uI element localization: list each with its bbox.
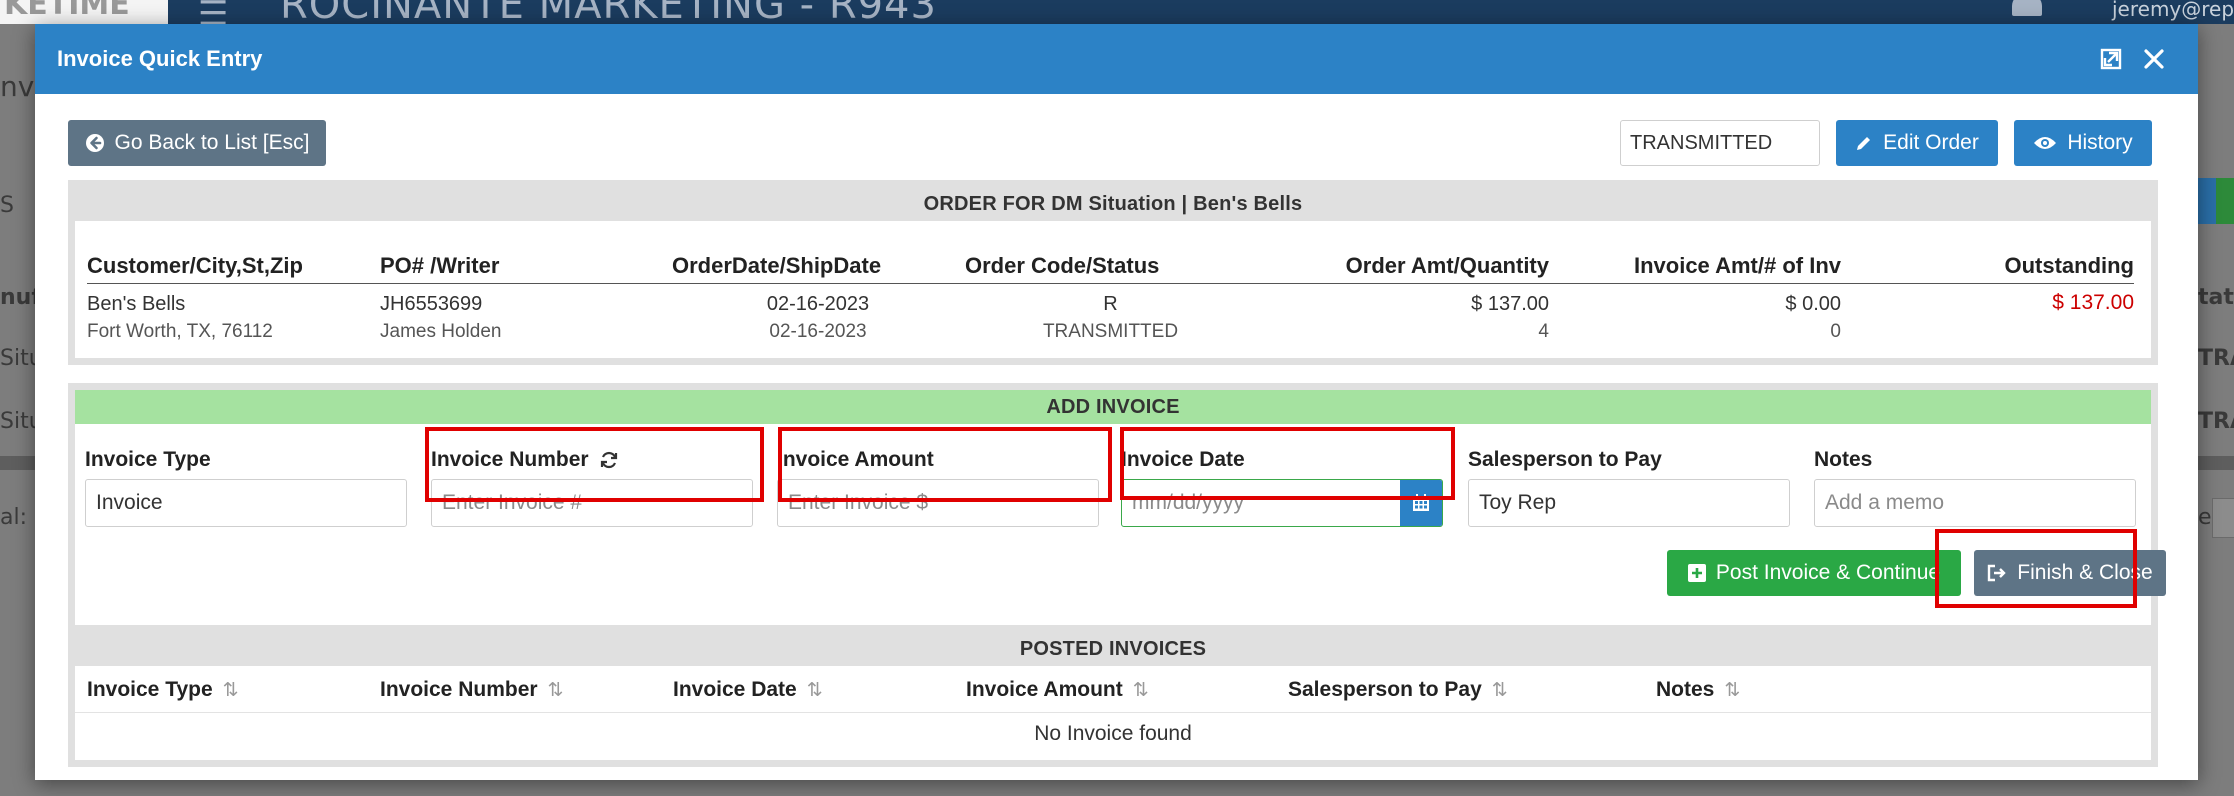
header-divider bbox=[87, 283, 2134, 284]
salesperson-select[interactable]: Toy Rep bbox=[1468, 479, 1790, 527]
bg-radio-fragment: S bbox=[0, 193, 14, 218]
add-invoice-panel: ADD INVOICE Invoice Type Invoice Invoice… bbox=[68, 383, 2166, 633]
bell-icon[interactable] bbox=[2012, 0, 2042, 16]
eye-icon bbox=[2034, 137, 2057, 149]
bg-row-fragment: TRAN bbox=[2198, 346, 2234, 371]
invoice-quick-entry-modal: Invoice Quick Entry Go Back to List [Esc… bbox=[35, 24, 2198, 780]
posted-col-invoice-amount[interactable]: Invoice Amount ⇅ bbox=[966, 678, 1149, 702]
invoice-type-select[interactable]: Invoice bbox=[85, 479, 407, 527]
empty-state-text: No Invoice found bbox=[1034, 722, 1192, 745]
cell-order-code: R bbox=[1103, 293, 1118, 315]
close-icon[interactable] bbox=[2141, 46, 2167, 72]
bg-divider bbox=[2198, 456, 2234, 470]
sort-icon: ⇅ bbox=[547, 680, 564, 701]
posted-invoices-panel: POSTED INVOICES Invoice Type ⇅ Invoice Nu… bbox=[68, 625, 2158, 767]
bg-button bbox=[2216, 178, 2234, 224]
posted-col-notes[interactable]: Notes ⇅ bbox=[1656, 678, 1740, 702]
invoice-date-label: Invoice Date bbox=[1121, 448, 1245, 471]
posted-col-invoice-number[interactable]: Invoice Number ⇅ bbox=[380, 678, 563, 702]
invoice-amount-field[interactable] bbox=[788, 480, 1098, 526]
arrow-circle-left-icon bbox=[85, 134, 104, 152]
bg-input bbox=[2212, 498, 2234, 538]
plus-square-icon bbox=[1687, 564, 1706, 582]
invoice-number-label: Invoice Number bbox=[431, 448, 619, 472]
modal-title: Invoice Quick Entry bbox=[57, 46, 263, 71]
posted-col-salesperson[interactable]: Salesperson to Pay ⇅ bbox=[1288, 678, 1508, 702]
history-button[interactable]: History bbox=[2014, 120, 2152, 166]
user-email[interactable]: jeremy@repi bbox=[2112, 0, 2234, 21]
cell-city: Fort Worth, TX, 76112 bbox=[87, 321, 273, 342]
bg-page-title-fragment: nv bbox=[0, 70, 35, 103]
edit-order-label: Edit Order bbox=[1883, 131, 1979, 154]
invoice-date-field[interactable] bbox=[1132, 480, 1402, 526]
go-back-label: Go Back to List [Esc] bbox=[114, 131, 310, 154]
refresh-icon[interactable] bbox=[599, 450, 619, 470]
bg-column-fragment: tatu bbox=[2198, 285, 2234, 310]
notes-field[interactable] bbox=[1825, 480, 2135, 526]
sign-out-icon bbox=[1988, 564, 2006, 582]
order-status-value: TRANSMITTED bbox=[1630, 131, 1773, 154]
bg-footer-fragment: al: bbox=[0, 505, 28, 530]
col-invoice-amt-count: Invoice Amt/# of Inv bbox=[1633, 253, 1841, 278]
finish-close-label: Finish & Close bbox=[2017, 561, 2153, 584]
cell-order-date: 02-16-2023 bbox=[766, 293, 870, 315]
sort-icon: ⇅ bbox=[222, 680, 239, 701]
sort-icon: ⇅ bbox=[1132, 680, 1149, 701]
col-order-code-status: Order Code/Status bbox=[965, 253, 1160, 278]
edit-order-button[interactable]: Edit Order bbox=[1836, 120, 1998, 166]
invoice-amount-input[interactable] bbox=[777, 479, 1099, 527]
cell-writer: James Holden bbox=[380, 321, 502, 342]
cell-outstanding: $ 137.00 bbox=[2052, 291, 2134, 314]
invoice-number-field[interactable] bbox=[442, 480, 752, 526]
post-invoice-label: Post Invoice & Continue bbox=[1715, 561, 1941, 584]
sort-icon: ⇅ bbox=[1724, 680, 1741, 701]
cell-po: JH6553699 bbox=[380, 293, 483, 315]
col-po-writer: PO# /Writer bbox=[380, 253, 500, 278]
cell-invoice-amt: $ 0.00 bbox=[1785, 293, 1841, 315]
cell-invoice-count: 0 bbox=[1830, 321, 1841, 342]
cell-order-amt: $ 137.00 bbox=[1471, 293, 1549, 315]
cell-ship-date: 02-16-2023 bbox=[769, 321, 867, 342]
order-status-select[interactable]: TRANSMITTED bbox=[1620, 120, 1820, 166]
col-order-ship-date: OrderDate/ShipDate bbox=[672, 253, 882, 278]
bg-divider bbox=[0, 456, 36, 470]
cell-quantity: 4 bbox=[1538, 321, 1549, 342]
app-logo: KETIME bbox=[0, 0, 168, 24]
cell-order-status: TRANSMITTED bbox=[1042, 321, 1179, 342]
finish-close-button[interactable]: Finish & Close bbox=[1974, 550, 2166, 596]
invoice-type-label: Invoice Type bbox=[85, 448, 211, 471]
bg-row-fragment: TRAN bbox=[2198, 409, 2234, 434]
order-summary-panel: ORDER FOR DM Situation | Ben's Bells Cus… bbox=[68, 180, 2158, 365]
posted-invoices-heading: POSTED INVOICES bbox=[75, 632, 2151, 666]
notes-input[interactable] bbox=[1814, 479, 2136, 527]
calendar-icon bbox=[1413, 494, 1429, 511]
invoice-type-value: Invoice bbox=[96, 491, 163, 514]
col-order-amt-qty: Order Amt/Quantity bbox=[1345, 253, 1549, 278]
order-heading: ORDER FOR DM Situation | Ben's Bells bbox=[75, 187, 2151, 221]
expand-icon[interactable] bbox=[2098, 46, 2124, 72]
sort-icon: ⇅ bbox=[1491, 680, 1508, 701]
add-invoice-heading: ADD INVOICE bbox=[75, 390, 2151, 424]
invoice-number-input[interactable] bbox=[431, 479, 753, 527]
notes-label: Notes bbox=[1814, 448, 1873, 471]
salesperson-value: Toy Rep bbox=[1479, 491, 1557, 514]
history-label: History bbox=[2067, 131, 2133, 154]
pencil-icon bbox=[1857, 137, 1871, 150]
salesperson-label: Salesperson to Pay bbox=[1468, 448, 1662, 471]
go-back-button[interactable]: Go Back to List [Esc] bbox=[68, 120, 326, 166]
cell-customer: Ben's Bells bbox=[87, 293, 186, 315]
posted-col-invoice-date[interactable]: Invoice Date ⇅ bbox=[673, 678, 823, 702]
invoice-amount-label: Invoice Amount bbox=[777, 448, 934, 471]
col-customer: Customer/City,St,Zip bbox=[87, 253, 303, 278]
post-invoice-button[interactable]: Post Invoice & Continue bbox=[1667, 550, 1961, 596]
modal-header: Invoice Quick Entry bbox=[35, 24, 2198, 94]
calendar-button[interactable] bbox=[1400, 480, 1442, 526]
invoice-date-input[interactable] bbox=[1121, 479, 1443, 527]
row-divider bbox=[75, 712, 2151, 713]
col-outstanding: Outstanding bbox=[2004, 253, 2134, 278]
sort-icon: ⇅ bbox=[806, 680, 823, 701]
posted-col-invoice-type[interactable]: Invoice Type ⇅ bbox=[87, 678, 239, 702]
